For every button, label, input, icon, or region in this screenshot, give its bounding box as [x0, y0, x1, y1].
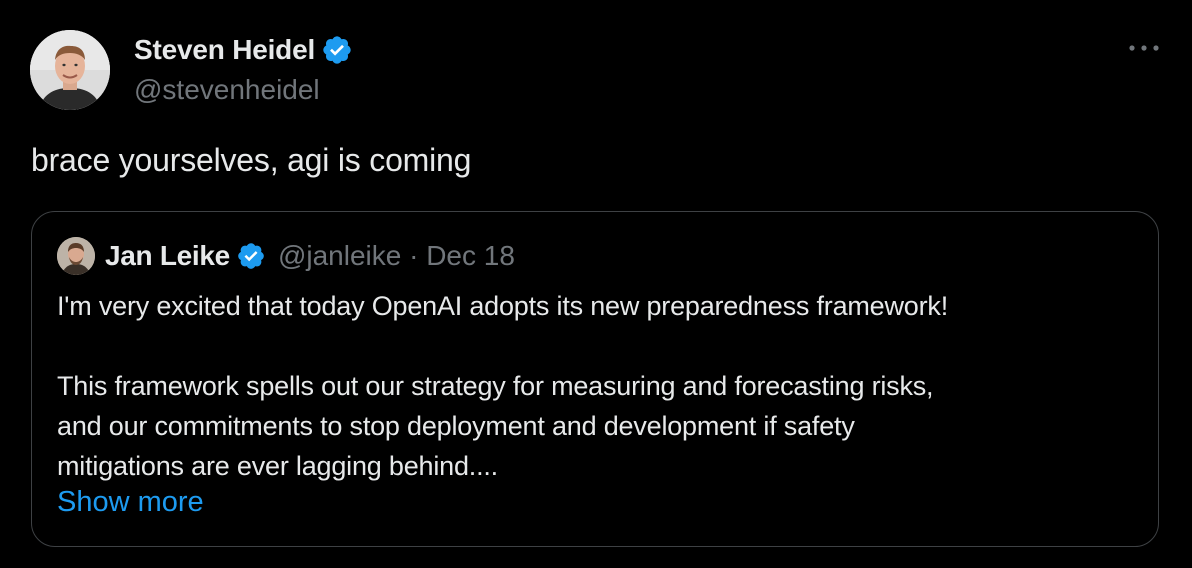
author-handle[interactable]: @stevenheidel: [134, 74, 320, 106]
author-avatar[interactable]: [30, 30, 110, 110]
quoted-tweet[interactable]: Jan Leike @janleike · Dec 18 I'm very ex…: [31, 211, 1159, 547]
author-name-row: Steven Heidel: [134, 32, 353, 68]
quoted-tweet-line: and our commitments to stop deployment a…: [57, 411, 855, 441]
quoted-tweet-header: Jan Leike @janleike · Dec 18: [57, 236, 515, 276]
more-horizontal-icon: [1129, 45, 1159, 51]
quoted-author-avatar[interactable]: [57, 237, 95, 275]
author-avatar-image: [30, 30, 110, 110]
more-options-button[interactable]: [1124, 34, 1164, 62]
author-display-name[interactable]: Steven Heidel: [134, 34, 315, 66]
quoted-tweet-line: This framework spells out our strategy f…: [57, 371, 934, 401]
quoted-tweet-line: mitigations are ever lagging behind....: [57, 451, 498, 481]
show-more-link[interactable]: Show more: [57, 486, 204, 519]
quoted-author-avatar-image: [57, 237, 95, 275]
quoted-tweet-body: I'm very excited that today OpenAI adopt…: [57, 286, 1137, 486]
verified-badge-icon[interactable]: [236, 241, 266, 271]
verified-badge-icon[interactable]: [321, 34, 353, 66]
quoted-tweet-paragraph: I'm very excited that today OpenAI adopt…: [57, 291, 948, 321]
quoted-author-display-name[interactable]: Jan Leike: [105, 240, 230, 272]
tweet-card: Steven Heidel @stevenheidel brace yourse…: [0, 0, 1192, 568]
tweet-text: brace yourselves, agi is coming: [31, 142, 472, 178]
quoted-tweet-meta[interactable]: @janleike · Dec 18: [278, 240, 515, 272]
